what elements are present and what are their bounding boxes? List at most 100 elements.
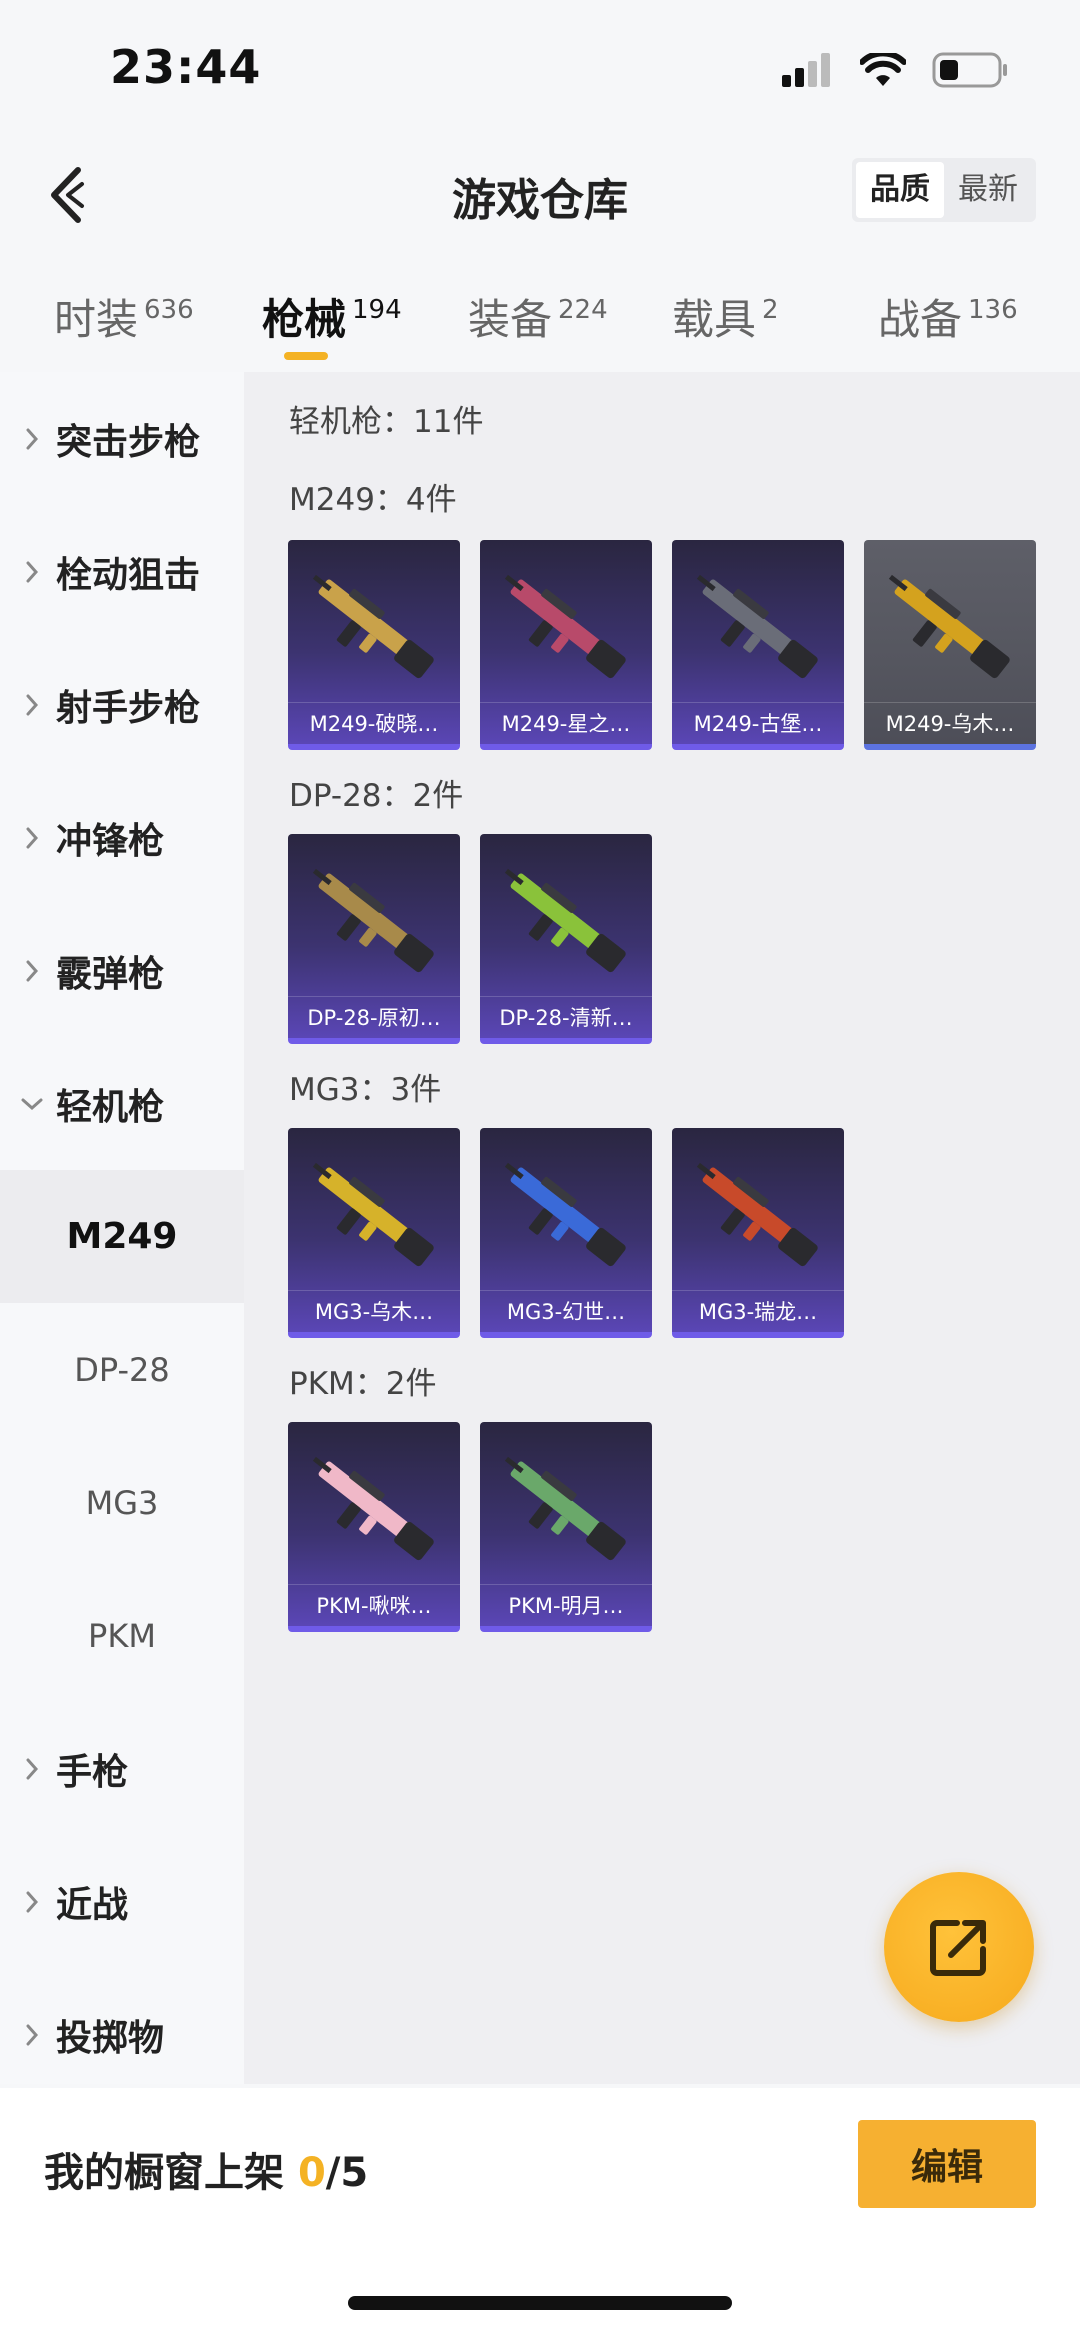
weapon-skin-image	[888, 574, 1010, 679]
active-tab-indicator	[284, 352, 328, 360]
showcase-total: /5	[325, 2150, 369, 2196]
sort-toggle: 品质 最新	[852, 158, 1036, 222]
wifi-icon	[860, 53, 906, 86]
status-bar: 23:44	[0, 0, 1080, 130]
tab-fashion[interactable]: 时装 636	[54, 286, 194, 366]
chevron-right-icon	[0, 1890, 56, 1914]
chevron-left-icon	[51, 167, 84, 223]
sidebar-item-label: 手枪	[56, 1751, 129, 1793]
skin-card-label: M249-古堡…	[672, 702, 844, 744]
weapon-skin-image	[504, 1162, 626, 1267]
tab-count: 224	[558, 295, 608, 325]
sidebar-item-shotgun[interactable]: 霰弹枪	[0, 904, 244, 1037]
tab-count: 136	[968, 295, 1018, 325]
home-indicator	[348, 2296, 732, 2310]
sidebar-item-label: 冲锋枪	[56, 820, 165, 862]
tab-equipment[interactable]: 装备 224	[468, 286, 608, 366]
skin-card[interactable]: DP-28-清新…	[480, 834, 652, 1044]
sidebar-item-smg[interactable]: 冲锋枪	[0, 771, 244, 904]
skin-card-label: M249-破晓…	[288, 702, 460, 744]
showcase-count: 0	[297, 2150, 326, 2196]
chevron-right-icon	[0, 560, 56, 584]
sidebar-subitem-mg3[interactable]: MG3	[0, 1436, 244, 1569]
sidebar-item-lmg[interactable]: 轻机枪	[0, 1037, 244, 1170]
sidebar-subitem-m249[interactable]: M249	[0, 1170, 244, 1303]
skin-card[interactable]: MG3-幻世…	[480, 1128, 652, 1338]
sidebar-item-label: 射手步枪	[56, 687, 201, 729]
status-icons	[782, 52, 1008, 88]
skin-card-label: DP-28-原初…	[288, 996, 460, 1038]
sidebar-subitem-dp28[interactable]: DP-28	[0, 1303, 244, 1436]
group-title-mg3: MG3：3件	[289, 1072, 442, 1108]
chevron-right-icon	[0, 826, 56, 850]
group-title-m249: M249：4件	[289, 482, 457, 518]
skin-card[interactable]: PKM-明月…	[480, 1422, 652, 1632]
tab-label: 装备	[468, 295, 553, 344]
weapon-skin-image	[504, 1456, 626, 1561]
sort-option-newest[interactable]: 最新	[944, 162, 1032, 218]
back-button[interactable]	[36, 160, 96, 230]
sidebar-subitem-pkm[interactable]: PKM	[0, 1569, 244, 1702]
chevron-right-icon	[0, 959, 56, 983]
group-title-dp28: DP-28：2件	[289, 778, 464, 814]
chevron-right-icon	[0, 2023, 56, 2047]
sidebar-item-marksman-rifle[interactable]: 射手步枪	[0, 638, 244, 771]
weapon-skin-image	[312, 1162, 434, 1267]
sidebar-item-label: 霰弹枪	[56, 953, 165, 995]
weapon-skin-image	[312, 868, 434, 973]
skin-card[interactable]: DP-28-原初…	[288, 834, 460, 1044]
signal-icon	[782, 53, 830, 87]
share-icon	[930, 1920, 986, 1976]
edit-button[interactable]: 编辑	[858, 2120, 1036, 2208]
skin-card[interactable]: PKM-啾咪…	[288, 1422, 460, 1632]
chevron-right-icon	[0, 1757, 56, 1781]
tab-label: 载具	[672, 295, 757, 344]
skin-card[interactable]: M249-乌木…	[864, 540, 1036, 750]
showcase-summary: 我的橱窗上架 0/5	[44, 2140, 368, 2198]
sidebar-item-pistol[interactable]: 手枪	[0, 1702, 244, 1835]
tab-supplies[interactable]: 战备 136	[878, 286, 1018, 366]
weapon-skin-image	[504, 574, 626, 679]
skin-card-label: MG3-幻世…	[480, 1290, 652, 1332]
skin-card[interactable]: M249-破晓…	[288, 540, 460, 750]
chevron-down-icon	[0, 1097, 56, 1111]
sidebar-item-bolt-sniper[interactable]: 栓动狙击	[0, 505, 244, 638]
status-time: 23:44	[110, 40, 262, 94]
skin-card[interactable]: MG3-瑞龙…	[672, 1128, 844, 1338]
skin-card[interactable]: MG3-乌木…	[288, 1128, 460, 1338]
tab-label: 时装	[54, 295, 139, 344]
tab-weapons[interactable]: 枪械 194	[262, 286, 402, 366]
sidebar-item-melee[interactable]: 近战	[0, 1835, 244, 1968]
skin-card-label: MG3-乌木…	[288, 1290, 460, 1332]
skin-card-label: M249-星之…	[480, 702, 652, 744]
weapon-skin-image	[504, 868, 626, 973]
chevron-right-icon	[0, 427, 56, 451]
sort-option-quality[interactable]: 品质	[856, 162, 944, 218]
skin-card-label: MG3-瑞龙…	[672, 1290, 844, 1332]
weapon-skin-image	[696, 574, 818, 679]
tab-label: 枪械	[262, 295, 347, 344]
sidebar-item-label: 轻机枪	[56, 1086, 165, 1128]
sidebar-item-label: 投掷物	[56, 2017, 165, 2059]
group-title-pkm: PKM：2件	[289, 1366, 437, 1402]
chevron-right-icon	[0, 693, 56, 717]
sidebar-item-label: 栓动狙击	[56, 554, 201, 596]
weapon-skin-image	[696, 1162, 818, 1267]
tab-count: 636	[144, 295, 194, 325]
tab-vehicles[interactable]: 载具 2	[672, 286, 779, 366]
skin-card-label: M249-乌木…	[864, 702, 1036, 744]
sidebar-item-assault-rifle[interactable]: 突击步枪	[0, 372, 244, 505]
category-tabs: 时装 636 枪械 194 装备 224 载具 2 战备 136	[0, 270, 1080, 370]
skin-card[interactable]: M249-古堡…	[672, 540, 844, 750]
tab-count: 194	[352, 295, 402, 325]
sidebar-item-throwables[interactable]: 投掷物	[0, 1968, 244, 2101]
weapon-skin-image	[312, 1456, 434, 1561]
skin-card-label: DP-28-清新…	[480, 996, 652, 1038]
showcase-label: 我的橱窗上架	[44, 2150, 284, 2196]
weapon-skin-list: 轻机枪：11件 M249：4件 M249-破晓… M249-星之… M249-古…	[244, 372, 1080, 2084]
share-button[interactable]	[884, 1872, 1034, 2022]
nav-header: 游戏仓库 品质 最新	[0, 140, 1080, 250]
skin-card-label: PKM-啾咪…	[288, 1584, 460, 1626]
battery-icon	[932, 52, 1007, 88]
skin-card[interactable]: M249-星之…	[480, 540, 652, 750]
